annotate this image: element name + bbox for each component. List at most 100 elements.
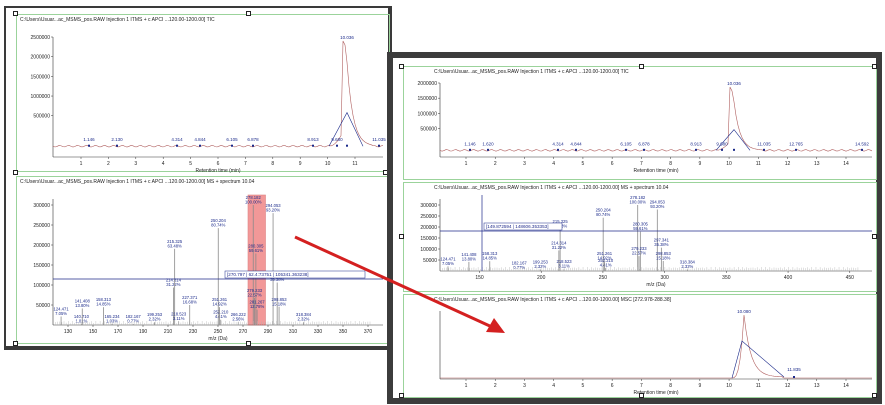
peak-percent-label: 100.00% — [629, 200, 646, 205]
x-tick-label: 2 — [107, 161, 110, 167]
x-tick-label: 4 — [552, 161, 555, 167]
x-tick-label: 13 — [814, 161, 820, 167]
peak-percent-label: 4.41% — [600, 263, 612, 268]
x-tick-label: 290 — [264, 329, 273, 335]
x-tick-label: 8 — [271, 161, 274, 167]
resize-handle[interactable] — [872, 234, 877, 239]
peak-percent-label: 22.57% — [632, 251, 646, 256]
y-tick-label: 2000000 — [418, 81, 438, 87]
peak-marker — [557, 148, 559, 151]
peak-marker — [861, 148, 863, 151]
peak-marker — [733, 148, 735, 151]
right-tic-chart[interactable]: 2000000150000010000005000001 2 3 4 5 6 7 8 9 10 11… — [404, 73, 876, 179]
right-ms-panel[interactable]: C:\Users\Usuar...ac_MSMS_pos.RAW Injecti… — [403, 182, 877, 292]
x-tick-label: 11 — [756, 161, 761, 167]
peak-percent-label: 7.05% — [442, 261, 454, 266]
right-msc-panel[interactable]: C:\Users\Usuar...ac_MSMS_pos.RAW Injecti… — [403, 294, 877, 398]
x-tick-label: 7 — [640, 383, 643, 389]
x-tick-label: 350 — [339, 329, 348, 335]
x-tick-label: 12 — [785, 161, 791, 167]
y-tick-label: 500000 — [33, 114, 50, 120]
left-tic-panel[interactable]: C:\Users\Usuar...ac_MSMS_pos.RAW Injecti… — [16, 14, 390, 174]
peak-label: 8.913 — [690, 141, 702, 146]
y-tick-label: 100000 — [33, 283, 50, 289]
peak-label: 10.036 — [340, 35, 354, 40]
y-tick-label: 150000 — [33, 263, 50, 269]
peak-marker — [575, 148, 577, 151]
peak-percent-label: 59.61% — [249, 248, 263, 253]
x-tick-label: 330 — [314, 329, 323, 335]
peak-percent-label: 15.18% — [656, 255, 670, 260]
x-tick-label: 150 — [89, 329, 98, 335]
y-tick-label: 1500000 — [418, 96, 438, 102]
resize-handle[interactable] — [246, 11, 251, 16]
left-ms-chart[interactable]: 300000 250000 200000 150000 100000 50000 130 15… — [17, 183, 389, 343]
peak-percent-label: 93.20% — [266, 208, 280, 213]
peak-marker — [625, 148, 627, 151]
x-tick-label: 11 — [352, 161, 357, 167]
resize-handle[interactable] — [872, 64, 877, 69]
peak-percent-label: 63.48% — [168, 243, 182, 248]
right-plot-window[interactable]: C:\Users\Usuar...ac_MSMS_pos.RAW Injecti… — [387, 52, 882, 404]
x-tick-label: 1 — [465, 161, 468, 167]
peak-label: 1.146 — [83, 137, 95, 142]
peak-percent-label: 14.85% — [96, 302, 110, 307]
y-tick-label: 150000 — [420, 236, 437, 242]
peak-percent-label: 0.77% — [513, 265, 525, 270]
peak-percent-label: 80.74% — [211, 223, 225, 228]
x-tick-label: 2 — [494, 383, 497, 389]
x-tick-label: 13 — [814, 383, 820, 389]
resize-handle[interactable] — [399, 234, 404, 239]
resize-handle[interactable] — [13, 341, 18, 346]
x-tick-label: 7 — [640, 161, 643, 167]
x-tick-label: 6 — [217, 161, 220, 167]
peak-percent-label: 16.68% — [183, 299, 197, 304]
peak-percent-label: 3.11% — [173, 316, 185, 321]
peak-percent-label: 1.03% — [106, 318, 118, 323]
peak-label: 12.765 — [789, 141, 803, 146]
resize-handle[interactable] — [399, 393, 404, 398]
right-tic-panel[interactable]: C:\Users\Usuar...ac_MSMS_pos.RAW Injecti… — [403, 66, 877, 180]
peak-label: 6.105 — [620, 141, 632, 146]
peak-marker — [695, 148, 697, 151]
x-tick-label: 400 — [784, 275, 793, 281]
x-tick-label: 14 — [843, 161, 849, 167]
tic-trace — [439, 86, 873, 152]
x-tick-label: 370 — [364, 329, 373, 335]
peak-marker — [252, 144, 254, 147]
resize-handle[interactable] — [639, 393, 644, 398]
resize-handle[interactable] — [246, 341, 251, 346]
resize-handle[interactable] — [639, 64, 644, 69]
peak-label: 1.620 — [482, 141, 494, 146]
peak-label: 4.844 — [194, 137, 206, 142]
left-plot-window[interactable]: C:\Users\Usuar...ac_MSMS_pos.RAW Injecti… — [4, 6, 392, 350]
peak-label: 9.680 — [331, 137, 343, 142]
peak-label: 10.080 — [737, 309, 751, 314]
peak-percent-label: 15.18% — [272, 301, 286, 306]
x-tick-label: 10 — [726, 383, 732, 389]
peak-marker — [176, 144, 178, 147]
resize-handle[interactable] — [13, 170, 18, 175]
resize-handle[interactable] — [872, 393, 877, 398]
x-tick-label: 5 — [189, 161, 192, 167]
left-tic-chart[interactable]: 2500000 2000000 1500000 1000000 500000 1 2 3 4 5 6… — [17, 21, 389, 174]
peak-marker — [116, 144, 118, 147]
right-ms-chart[interactable]: 300000 250000 200000 150000 100000 50000 150 20… — [404, 189, 876, 291]
peak-percent-label: 14.92% — [597, 256, 611, 261]
resize-handle[interactable] — [399, 64, 404, 69]
peak-marker — [378, 144, 380, 147]
y-tick-label: 50000 — [423, 258, 437, 264]
right-msc-chart[interactable]: 1 2 3 4 5 6 7 8 9 10 11 12 13 14Retention time (min)1… — [404, 301, 876, 397]
resize-handle[interactable] — [13, 11, 18, 16]
y-tick-label: 2000000 — [31, 55, 51, 61]
peak-label: 6.878 — [247, 137, 259, 142]
peak-integration-line — [715, 129, 751, 151]
x-tick-label: 300 — [660, 275, 669, 281]
peak-percent-label: 59.61% — [633, 226, 647, 231]
x-tick-label: 190 — [139, 329, 148, 335]
peak-label: 6.105 — [226, 137, 238, 142]
peak-percent-label: 13.80% — [75, 303, 89, 308]
x-tick-label: 170 — [114, 329, 123, 335]
left-ms-panel[interactable]: C:\Users\Usuar...ac_MSMS_pos.RAW Injecti… — [16, 176, 390, 344]
x-tick-label: 210 — [164, 329, 173, 335]
